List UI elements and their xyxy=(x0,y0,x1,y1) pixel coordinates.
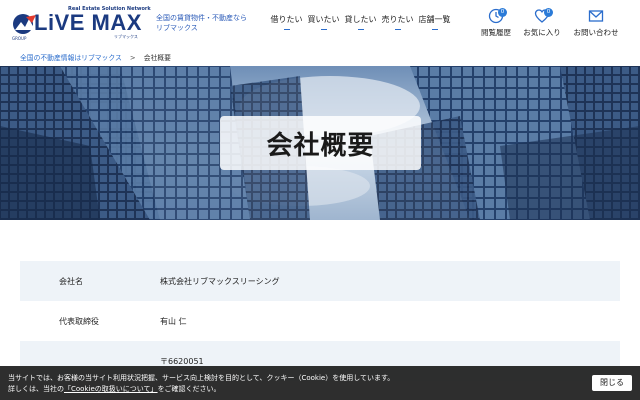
history-count-badge: 0 xyxy=(498,8,507,17)
site-header: Real Estate Solution Network LiVE MAX リブ… xyxy=(0,0,640,48)
breadcrumb-home-link[interactable]: 全国の不動産情報はリブマックス xyxy=(20,54,122,62)
nav-underline xyxy=(283,29,290,30)
history-label: 閲覧履歴 xyxy=(481,28,511,37)
favorites-button[interactable]: 0 お気に入り xyxy=(522,8,562,38)
row-key: 会社名 xyxy=(59,276,83,286)
contact-button[interactable]: お問い合わせ xyxy=(573,8,619,38)
header-subtitle: 全国の賃貸物件・不動産なら リブマックス xyxy=(156,13,247,33)
hero-banner: 会社概要 xyxy=(0,66,640,220)
contact-label: お問い合わせ xyxy=(573,28,619,37)
nav-item-sell[interactable]: 売りたい xyxy=(379,14,416,38)
logo-group: GROUP xyxy=(12,36,27,41)
table-row: 会社名 株式会社リブマックスリーシング xyxy=(20,261,620,301)
row-key: 代表取締役 xyxy=(59,316,99,326)
nav-underline xyxy=(320,29,327,30)
mail-icon xyxy=(588,10,604,22)
site-logo[interactable]: Real Estate Solution Network LiVE MAX リブ… xyxy=(12,6,154,42)
nav-item-label: 店舗一覧 xyxy=(418,15,451,24)
row-value: 株式会社リブマックスリーシング xyxy=(160,276,280,286)
hero-title-box: 会社概要 xyxy=(220,116,421,170)
main-nav: 借りたい 買いたい 貸したい 売りたい 店舗一覧 xyxy=(268,14,453,38)
cookie-message: 当サイトでは、お客様の当サイト利用状況把握、サービス向上検討を目的として、クッキ… xyxy=(8,373,394,395)
page-title: 会社概要 xyxy=(266,130,375,161)
nav-item-stores[interactable]: 店舗一覧 xyxy=(416,14,453,38)
nav-item-lease[interactable]: 貸したい xyxy=(342,14,379,38)
logo-kana: リブマックス xyxy=(114,34,138,39)
nav-underline xyxy=(357,29,364,30)
history-button[interactable]: 0 閲覧履歴 xyxy=(476,8,516,38)
table-row: 代表取締役 有山 仁 xyxy=(20,301,620,341)
header-subtitle-line1: 全国の賃貸物件・不動産なら xyxy=(156,14,247,22)
cookie-message-line1: 当サイトでは、お客様の当サイト利用状況把握、サービス向上検討を目的として、クッキ… xyxy=(8,374,395,382)
cookie-close-button[interactable]: 閉じる xyxy=(592,375,632,391)
nav-underline xyxy=(394,29,401,30)
nav-item-rent[interactable]: 借りたい xyxy=(268,14,305,38)
nav-item-buy[interactable]: 買いたい xyxy=(305,14,342,38)
breadcrumb-separator: > xyxy=(129,54,136,62)
favorites-count-badge: 0 xyxy=(544,8,553,17)
header-subtitle-line2: リブマックス xyxy=(156,24,198,32)
row-value: 有山 仁 xyxy=(160,316,187,326)
cookie-text-post: をご確認ください。 xyxy=(157,385,221,393)
nav-item-label: 売りたい xyxy=(381,15,414,24)
favorites-label: お気に入り xyxy=(523,28,561,37)
breadcrumb: 全国の不動産情報はリブマックス > 会社概要 xyxy=(20,52,171,62)
cookie-text-pre: 詳しくは、当社の xyxy=(8,385,64,393)
nav-item-label: 買いたい xyxy=(307,15,340,24)
cookie-policy-link[interactable]: 「Cookieの取扱いについて」 xyxy=(64,385,158,393)
nav-item-label: 貸したい xyxy=(344,15,377,24)
nav-item-label: 借りたい xyxy=(270,15,303,24)
cookie-banner: 当サイトでは、お客様の当サイト利用状況把握、サービス向上検討を目的として、クッキ… xyxy=(0,366,640,400)
company-info-table: 会社名 株式会社リブマックスリーシング 代表取締役 有山 仁 〒6620051 xyxy=(20,261,620,381)
breadcrumb-current: 会社概要 xyxy=(143,54,171,62)
nav-underline xyxy=(431,29,438,30)
cookie-message-line2: 詳しくは、当社の「Cookieの取扱いについて」をご確認ください。 xyxy=(8,384,394,395)
logo-text: LiVE MAX xyxy=(34,10,142,35)
